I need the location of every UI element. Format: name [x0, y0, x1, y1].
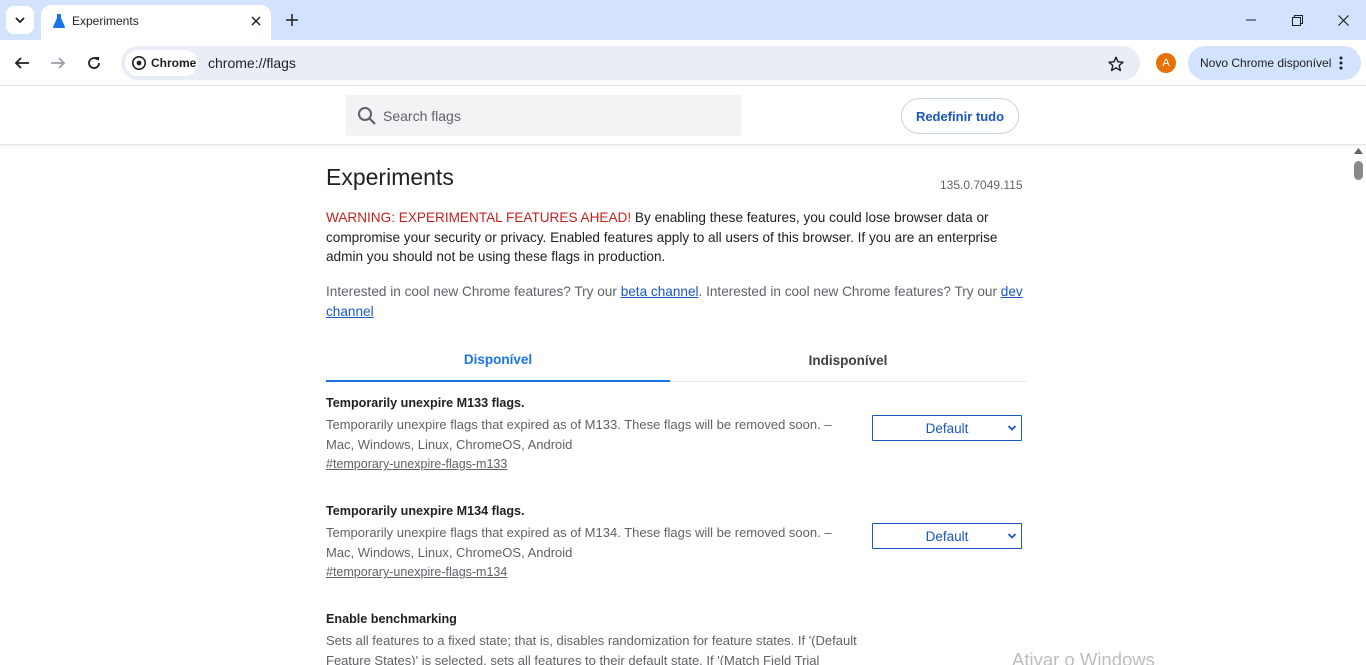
bookmark-star-button[interactable]	[1105, 53, 1127, 75]
windows-activation-watermark: Ativar o Windows	[1012, 649, 1155, 665]
tab-strip: Experiments	[0, 0, 1366, 40]
flag-state-select[interactable]: Default	[872, 523, 1022, 549]
flag-state-select[interactable]: Default	[872, 415, 1022, 441]
tab-search-button[interactable]	[6, 6, 34, 34]
flag-state-value: Default	[925, 528, 969, 544]
scroll-thumb[interactable]	[1354, 161, 1363, 180]
flag-state-value: Default	[925, 420, 969, 436]
forward-button[interactable]	[44, 49, 72, 77]
omnibox[interactable]: Chrome chrome://flags	[121, 46, 1140, 80]
tab-available[interactable]: Disponível	[326, 338, 670, 382]
update-chrome-button[interactable]: Novo Chrome disponível	[1188, 46, 1361, 80]
chip-label: Chrome	[151, 56, 197, 70]
promo-text-2: . Interested in cool new Chrome features…	[698, 284, 1001, 299]
more-vert-icon	[1339, 56, 1343, 70]
chevron-down-icon	[1007, 533, 1017, 539]
close-window-button[interactable]	[1320, 0, 1366, 40]
reload-icon	[88, 57, 100, 69]
restore-icon	[1291, 14, 1303, 26]
search-box[interactable]	[346, 95, 741, 136]
chrome-icon	[132, 56, 146, 70]
chevron-down-icon	[1007, 425, 1017, 431]
tab-close-button[interactable]	[246, 11, 266, 31]
site-info-chip[interactable]: Chrome	[125, 50, 198, 76]
menu-button[interactable]	[1331, 53, 1351, 73]
flag-item: Temporarily unexpire M133 flags. Tempora…	[326, 396, 1026, 471]
close-icon	[251, 16, 261, 26]
promo-text-1: Interested in cool new Chrome features? …	[326, 284, 621, 299]
flag-description: Temporarily unexpire flags that expired …	[326, 525, 832, 560]
version-label: 135.0.7049.115	[940, 178, 1023, 192]
channel-promo: Interested in cool new Chrome features? …	[326, 282, 1026, 321]
arrow-right-icon	[51, 57, 66, 69]
browser-toolbar: Chrome chrome://flags A Novo Chrome disp…	[0, 40, 1366, 86]
url-text[interactable]: chrome://flags	[208, 55, 296, 71]
flag-item: Temporarily unexpire M134 flags. Tempora…	[326, 504, 1026, 579]
tab-unavailable[interactable]: Indisponível	[670, 338, 1026, 382]
flag-description: Sets all features to a fixed state; that…	[326, 633, 857, 665]
star-icon	[1108, 56, 1124, 72]
flag-anchor-link[interactable]: #temporary-unexpire-flags-m133	[326, 457, 1026, 471]
flask-icon	[53, 14, 65, 28]
flag-anchor-link[interactable]: #temporary-unexpire-flags-m134	[326, 565, 1026, 579]
page-title: Experiments	[326, 164, 454, 190]
tab-title: Experiments	[72, 14, 139, 28]
new-tab-button[interactable]	[281, 9, 303, 31]
flags-header: Redefinir tudo	[0, 87, 1366, 145]
reload-button[interactable]	[80, 49, 108, 77]
beta-channel-link[interactable]: beta channel	[621, 284, 699, 299]
flag-name: Temporarily unexpire M133 flags.	[326, 396, 525, 410]
search-input[interactable]	[383, 95, 723, 136]
scroll-up-arrow-icon[interactable]	[1354, 148, 1363, 154]
flag-item: Enable benchmarking Sets all features to…	[326, 612, 1026, 665]
minimize-icon	[1246, 19, 1256, 21]
chevron-down-icon	[15, 17, 25, 24]
restore-button[interactable]	[1274, 0, 1320, 40]
flags-tabs: Disponível Indisponível	[326, 338, 1026, 382]
update-label: Novo Chrome disponível	[1200, 56, 1332, 70]
warning-lead: WARNING: EXPERIMENTAL FEATURES AHEAD!	[326, 210, 632, 225]
search-icon	[358, 107, 376, 125]
plus-icon	[286, 14, 298, 26]
minimize-button[interactable]	[1228, 0, 1274, 40]
warning-text: WARNING: EXPERIMENTAL FEATURES AHEAD! By…	[326, 208, 1026, 267]
arrow-left-icon	[14, 57, 29, 69]
back-button[interactable]	[8, 49, 36, 77]
flag-name: Enable benchmarking	[326, 612, 457, 626]
reset-all-button[interactable]: Redefinir tudo	[901, 98, 1019, 134]
flag-description: Temporarily unexpire flags that expired …	[326, 417, 832, 452]
tab-experiments[interactable]: Experiments	[41, 5, 271, 40]
flags-content: Experiments 135.0.7049.115 WARNING: EXPE…	[0, 146, 1366, 665]
profile-avatar[interactable]: A	[1156, 53, 1176, 73]
close-icon	[1337, 14, 1349, 26]
flag-name: Temporarily unexpire M134 flags.	[326, 504, 525, 518]
page-scrollbar[interactable]	[1351, 146, 1366, 665]
